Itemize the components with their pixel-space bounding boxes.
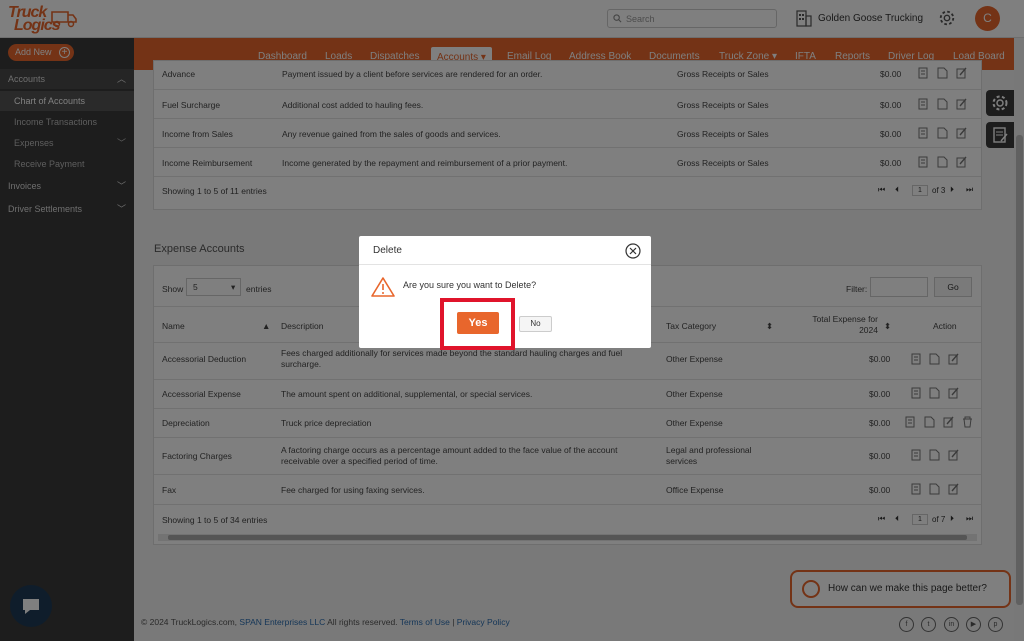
yes-button-highlight bbox=[440, 298, 515, 350]
dialog-title: Delete bbox=[373, 245, 402, 256]
dialog-divider bbox=[359, 264, 651, 265]
warning-icon bbox=[371, 277, 395, 297]
dialog-message: Are you sure you want to Delete? bbox=[403, 280, 537, 290]
no-button[interactable]: No bbox=[519, 316, 552, 332]
close-icon[interactable] bbox=[625, 243, 641, 259]
